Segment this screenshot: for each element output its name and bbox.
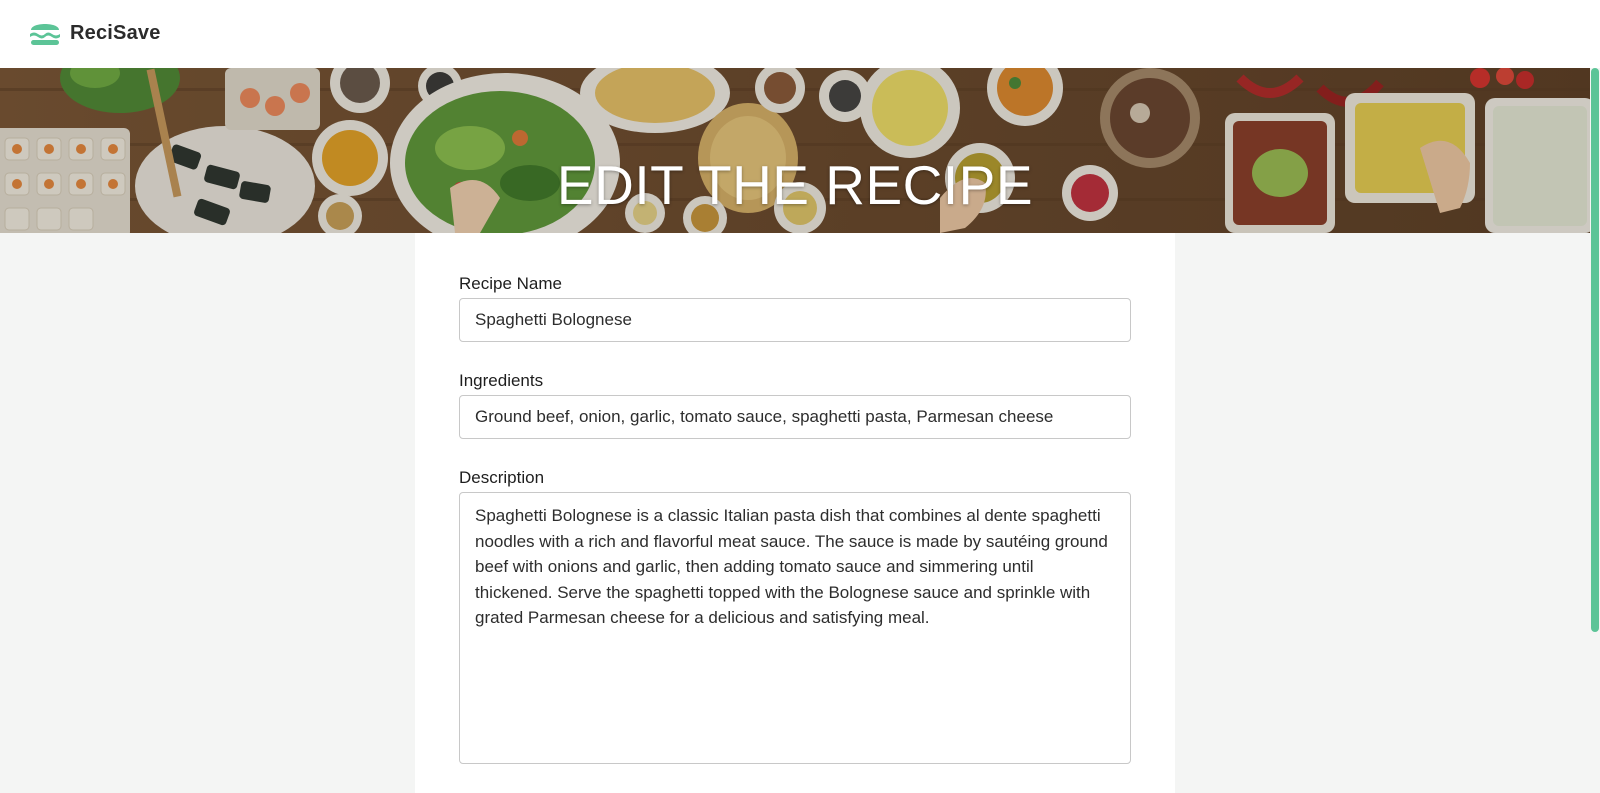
burger-icon: [30, 24, 60, 45]
brand-link[interactable]: ReciSave: [28, 19, 161, 47]
edit-recipe-form: Recipe Name Ingredients Description Spag…: [415, 233, 1175, 793]
description-textarea[interactable]: Spaghetti Bolognese is a classic Italian…: [459, 492, 1131, 764]
ingredients-input[interactable]: [459, 395, 1131, 439]
scrollbar-thumb[interactable]: [1591, 68, 1599, 632]
brand-name: ReciSave: [70, 21, 161, 44]
navbar: ReciSave: [0, 0, 1600, 68]
description-label: Description: [459, 468, 545, 487]
page-title: EDIT THE RECIPE: [556, 153, 1034, 216]
recipe-name-input[interactable]: [459, 298, 1131, 342]
ingredients-label: Ingredients: [459, 371, 544, 390]
hero-banner: EDIT THE RECIPE: [0, 68, 1590, 233]
recipe-name-label: Recipe Name: [459, 274, 562, 293]
